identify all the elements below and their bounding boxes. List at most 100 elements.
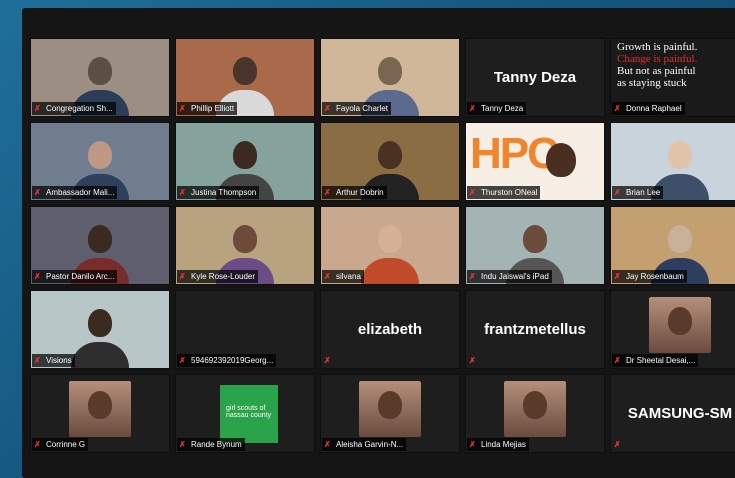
participant-name-label: ✗ Arthur Dobrin bbox=[322, 186, 387, 199]
participant-tile[interactable]: ✗ Ambassador Mali... bbox=[30, 122, 170, 201]
quote-background: Growth is painful. Change is painful. But … bbox=[617, 41, 735, 89]
participant-name: Pastor Danilo Arc... bbox=[46, 272, 115, 281]
participant-name: Jay Rosenbaum bbox=[626, 272, 684, 281]
quote-line: But not as painful bbox=[617, 65, 696, 77]
participant-tile[interactable]: ✗ Phillip Elliott bbox=[175, 38, 315, 117]
participant-name-label: ✗ Corrinne G bbox=[32, 438, 89, 451]
participant-face bbox=[88, 309, 112, 337]
participant-face bbox=[668, 307, 692, 335]
participant-name: Brian Lee bbox=[626, 188, 661, 197]
participant-tile[interactable]: Tanny Deza ✗ Tanny Deza bbox=[465, 38, 605, 117]
participant-name-label: ✗ Linda Mejias bbox=[467, 438, 529, 451]
muted-mic-icon: ✗ bbox=[179, 356, 186, 365]
participant-face bbox=[88, 391, 112, 419]
participant-name: Donna Raphael bbox=[626, 104, 682, 113]
quote-line: as staying stuck bbox=[617, 77, 687, 89]
participant-tile[interactable]: ✗ Linda Mejias bbox=[465, 374, 605, 453]
participant-name-label: ✗ Jay Rosenbaum bbox=[612, 270, 687, 283]
participant-face bbox=[668, 141, 692, 169]
participant-name: Indu Jaiswal's iPad bbox=[481, 272, 549, 281]
participant-tile[interactable]: ✗ Jay Rosenbaum bbox=[610, 206, 735, 285]
participant-tile[interactable]: girl scouts of nassau county ✗ Rande Bynum bbox=[175, 374, 315, 453]
muted-mic-icon: ✗ bbox=[614, 188, 621, 197]
muted-mic-icon: ✗ bbox=[469, 272, 476, 281]
quote-line: Growth is painful. bbox=[617, 41, 698, 53]
participant-name: silvana bbox=[336, 272, 361, 281]
participant-name: Ambassador Mali... bbox=[46, 188, 115, 197]
muted-mic-icon: ✗ bbox=[614, 440, 621, 449]
participant-tile[interactable]: ✗ Kyle Rose-Louder bbox=[175, 206, 315, 285]
participant-display-name: frantzmetellus bbox=[484, 321, 586, 338]
participant-name: Phillip Elliott bbox=[191, 104, 235, 113]
participant-name-label: ✗ Aleisha Garvin-N... bbox=[322, 438, 407, 451]
participant-tile[interactable]: ✗ Congregation Sh... bbox=[30, 38, 170, 117]
participant-name: Rande Bynum bbox=[191, 440, 242, 449]
muted-mic-icon: ✗ bbox=[179, 104, 186, 113]
muted-mic-icon: ✗ bbox=[614, 356, 621, 365]
muted-mic-icon: ✗ bbox=[324, 188, 331, 197]
participant-name: 594692392019Georg... bbox=[191, 356, 274, 365]
participant-face bbox=[88, 141, 112, 169]
muted-mic-icon: ✗ bbox=[324, 104, 331, 113]
participant-face bbox=[233, 225, 257, 253]
participant-name-label: ✗ bbox=[612, 438, 629, 451]
participant-face bbox=[233, 57, 257, 85]
participant-tile[interactable]: SAMSUNG-SM ✗ bbox=[610, 374, 735, 453]
participant-tile[interactable]: ✗ 594692392019Georg... bbox=[175, 290, 315, 369]
participant-name-label: ✗ Indu Jaiswal's iPad bbox=[467, 270, 552, 283]
participant-name: Tanny Deza bbox=[481, 104, 524, 113]
muted-mic-icon: ✗ bbox=[469, 440, 476, 449]
participant-face bbox=[88, 57, 112, 85]
girl-scouts-logo: girl scouts of nassau county bbox=[220, 385, 278, 443]
participant-tile[interactable]: frantzmetellus ✗ bbox=[465, 290, 605, 369]
participant-name: Kyle Rose-Louder bbox=[191, 272, 256, 281]
participant-name-label: ✗ Dr Sheetal Desai,... bbox=[612, 354, 699, 367]
participant-name: Corrinne G bbox=[46, 440, 86, 449]
participant-name: Aleisha Garvin-N... bbox=[336, 440, 404, 449]
participant-display-name: Tanny Deza bbox=[493, 69, 577, 86]
participant-tile[interactable]: ✗ Dr Sheetal Desai,... bbox=[610, 290, 735, 369]
participant-name-label: ✗ Rande Bynum bbox=[177, 438, 245, 451]
participant-face bbox=[523, 225, 547, 253]
participant-face bbox=[378, 225, 402, 253]
muted-mic-icon: ✗ bbox=[34, 440, 41, 449]
participant-tile[interactable]: ✗ Indu Jaiswal's iPad bbox=[465, 206, 605, 285]
hpc-logo: HPC bbox=[470, 129, 559, 178]
participant-name: Thurston ONeal bbox=[481, 188, 538, 197]
muted-mic-icon: ✗ bbox=[469, 188, 476, 197]
muted-mic-icon: ✗ bbox=[469, 104, 476, 113]
participant-face bbox=[546, 143, 576, 177]
muted-mic-icon: ✗ bbox=[179, 440, 186, 449]
participant-tile[interactable]: elizabeth ✗ bbox=[320, 290, 460, 369]
participant-name-label: ✗ silvana bbox=[322, 270, 364, 283]
muted-mic-icon: ✗ bbox=[179, 188, 186, 197]
participant-tile[interactable]: ✗ Aleisha Garvin-N... bbox=[320, 374, 460, 453]
participant-name-label: ✗ Congregation Sh... bbox=[32, 102, 116, 115]
participant-name-label: ✗ Pastor Danilo Arc... bbox=[32, 270, 118, 283]
participant-tile[interactable]: ✗ Arthur Dobrin bbox=[320, 122, 460, 201]
participant-name-label: ✗ Tanny Deza bbox=[467, 102, 527, 115]
participant-face bbox=[233, 141, 257, 169]
participant-name-label: ✗ Visions bbox=[32, 354, 75, 367]
participant-tile[interactable]: HPC ✗ Thurston ONeal bbox=[465, 122, 605, 201]
participant-display-name: SAMSUNG-SM bbox=[627, 405, 733, 422]
muted-mic-icon: ✗ bbox=[614, 104, 621, 113]
muted-mic-icon: ✗ bbox=[34, 272, 41, 281]
participant-face bbox=[88, 225, 112, 253]
participant-face bbox=[378, 391, 402, 419]
participant-tile[interactable]: ✗ silvana bbox=[320, 206, 460, 285]
participant-tile[interactable]: ✗ Visions bbox=[30, 290, 170, 369]
participant-tile[interactable]: ✗ Fayola Charlet bbox=[320, 38, 460, 117]
participant-tile[interactable]: Growth is painful. Change is painful. But … bbox=[610, 38, 735, 117]
muted-mic-icon: ✗ bbox=[614, 272, 621, 281]
muted-mic-icon: ✗ bbox=[324, 440, 331, 449]
participant-face bbox=[668, 225, 692, 253]
participant-tile[interactable]: ✗ Corrinne G bbox=[30, 374, 170, 453]
participant-tile[interactable]: ✗ Justina Thompson bbox=[175, 122, 315, 201]
participant-tile[interactable]: ✗ Pastor Danilo Arc... bbox=[30, 206, 170, 285]
participant-name-label: ✗ Thurston ONeal bbox=[467, 186, 541, 199]
participant-name-label: ✗ bbox=[467, 354, 484, 367]
participant-tile[interactable]: ✗ Brian Lee bbox=[610, 122, 735, 201]
muted-mic-icon: ✗ bbox=[34, 188, 41, 197]
participant-name: Arthur Dobrin bbox=[336, 188, 384, 197]
